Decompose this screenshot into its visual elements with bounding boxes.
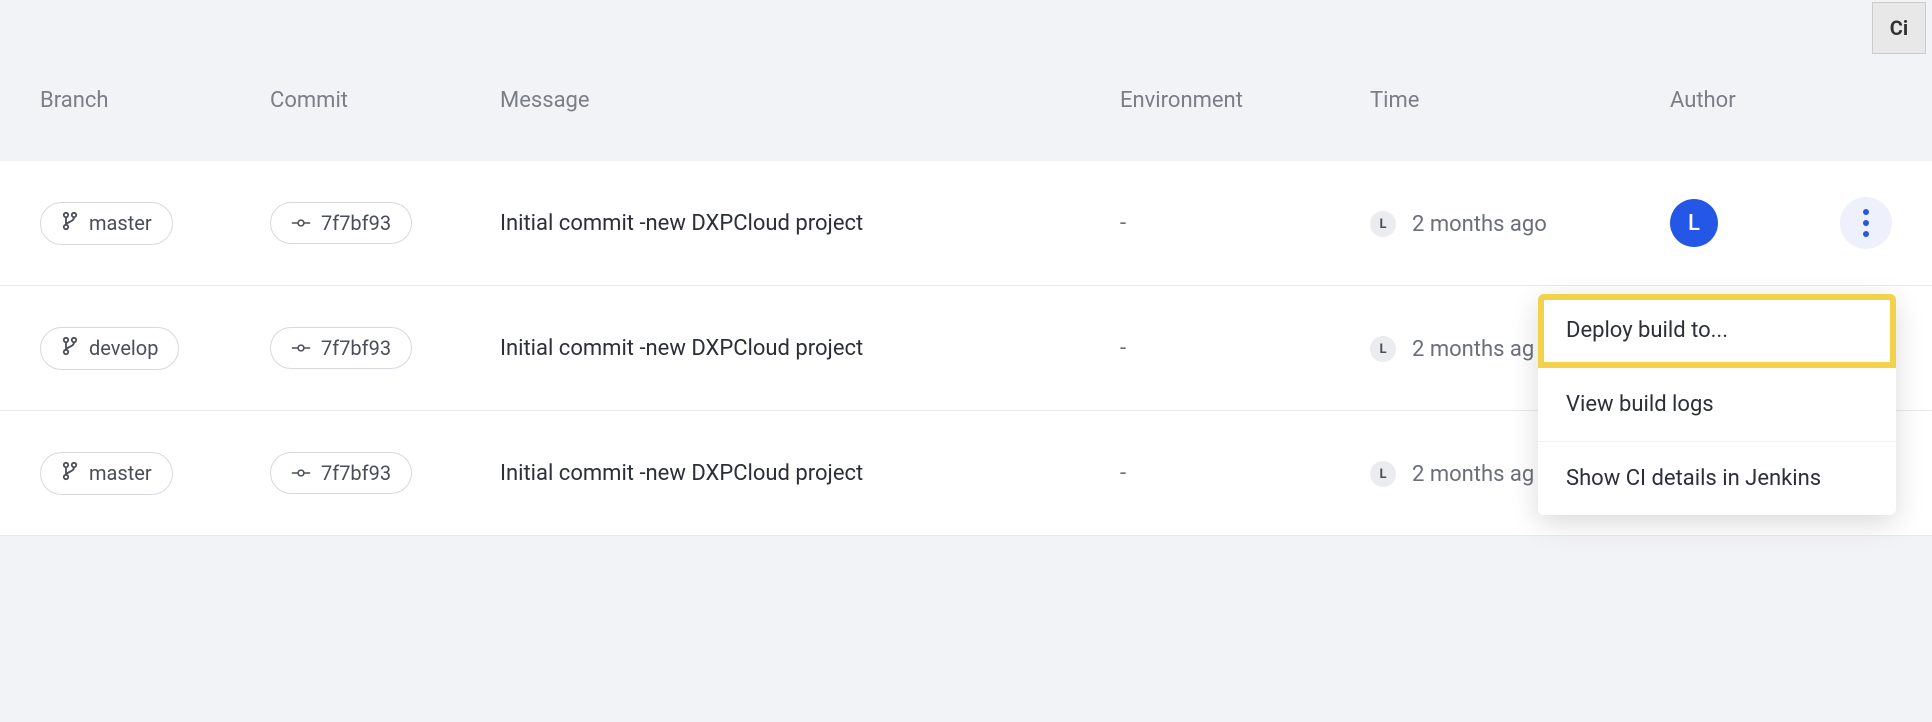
column-header-time: Time [1370, 88, 1670, 113]
table-row: master 7f7bf93 Initial commit -new DXPCl… [0, 161, 1932, 286]
branch-icon [61, 461, 79, 486]
clock-icon: L [1370, 336, 1396, 362]
environment-value: - [1120, 336, 1370, 361]
branch-pill[interactable]: develop [40, 327, 179, 370]
time-cell: L 2 months ago [1370, 211, 1547, 237]
branch-name: master [89, 211, 152, 235]
time-text: 2 months ag [1412, 462, 1534, 487]
row-actions-button[interactable] [1840, 197, 1892, 249]
commit-pill[interactable]: 7f7bf93 [270, 327, 412, 369]
column-header-author: Author [1670, 88, 1830, 113]
row-actions-menu: Deploy build to... View build logs Show … [1538, 294, 1896, 515]
time-text: 2 months ag [1412, 337, 1534, 362]
branch-name: master [89, 461, 152, 485]
menu-item-view-logs[interactable]: View build logs [1538, 368, 1896, 442]
commit-message: Initial commit -new DXPCloud project [500, 461, 1120, 486]
kebab-icon [1863, 209, 1869, 237]
column-header-commit: Commit [270, 88, 500, 113]
menu-item-deploy[interactable]: Deploy build to... [1538, 294, 1896, 368]
column-header-environment: Environment [1120, 88, 1370, 113]
column-header-message: Message [500, 88, 1120, 113]
clock-icon: L [1370, 211, 1396, 237]
commit-icon [291, 461, 311, 485]
time-cell: L 2 months ag [1370, 461, 1534, 487]
commit-pill[interactable]: 7f7bf93 [270, 202, 412, 244]
commit-message: Initial commit -new DXPCloud project [500, 211, 1120, 236]
environment-value: - [1120, 461, 1370, 486]
table-header-row: Branch Commit Message Environment Time A… [0, 88, 1932, 161]
clock-icon: L [1370, 461, 1396, 487]
commit-icon [291, 211, 311, 235]
commit-hash: 7f7bf93 [321, 211, 391, 235]
commit-hash: 7f7bf93 [321, 461, 391, 485]
time-text: 2 months ago [1412, 212, 1547, 237]
commit-icon [291, 336, 311, 360]
column-header-branch: Branch [40, 88, 270, 113]
branch-pill[interactable]: master [40, 202, 173, 245]
ci-badge[interactable]: Ci [1872, 2, 1926, 54]
avatar[interactable]: L [1670, 199, 1718, 247]
time-cell: L 2 months ag [1370, 336, 1534, 362]
menu-item-jenkins[interactable]: Show CI details in Jenkins [1538, 442, 1896, 515]
environment-value: - [1120, 211, 1370, 236]
commit-pill[interactable]: 7f7bf93 [270, 452, 412, 494]
branch-icon [61, 336, 79, 361]
branch-name: develop [89, 336, 158, 360]
branch-icon [61, 211, 79, 236]
commit-hash: 7f7bf93 [321, 336, 391, 360]
commit-message: Initial commit -new DXPCloud project [500, 336, 1120, 361]
branch-pill[interactable]: master [40, 452, 173, 495]
